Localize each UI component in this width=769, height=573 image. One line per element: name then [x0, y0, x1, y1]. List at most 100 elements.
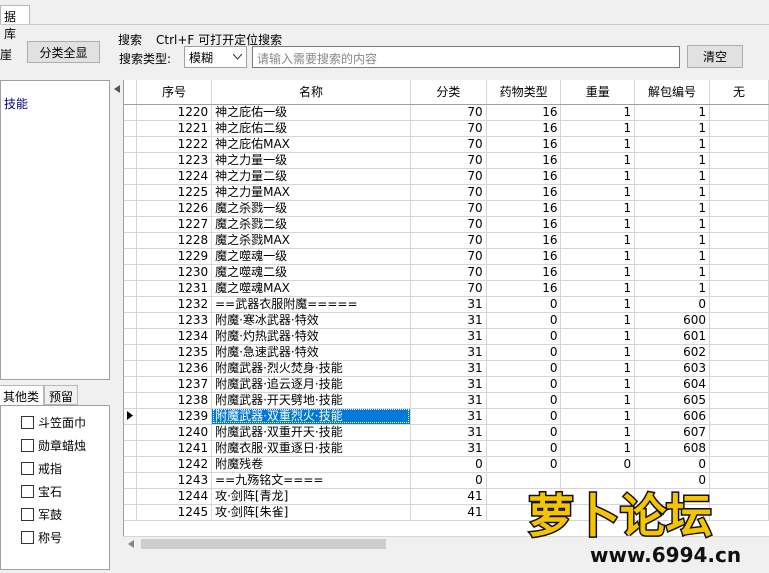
checkbox-item[interactable]: 军鼓 — [21, 504, 62, 524]
table-row[interactable]: 1223 神之力量一级 70 16 1 1 — [124, 152, 769, 169]
cell-drug-type[interactable]: 16 — [486, 120, 562, 137]
cell-id[interactable]: 1245 — [136, 504, 213, 521]
cell-id[interactable]: 1243 — [136, 472, 213, 489]
col-header-name[interactable]: 名称 — [211, 80, 411, 105]
cell-category[interactable]: 70 — [410, 248, 487, 265]
cell-category[interactable]: 70 — [410, 120, 487, 137]
cell-pack-id[interactable]: 1 — [634, 216, 711, 233]
row-indicator[interactable] — [124, 472, 137, 489]
row-indicator[interactable] — [124, 136, 137, 153]
cell-none[interactable] — [709, 120, 769, 137]
cell-drug-type[interactable]: 16 — [486, 280, 562, 297]
cell-id[interactable]: 1225 — [136, 184, 213, 201]
cell-none[interactable] — [709, 312, 769, 329]
cell-category[interactable]: 31 — [410, 440, 487, 457]
cell-pack-id[interactable]: 607 — [634, 424, 711, 441]
cell-pack-id[interactable]: 608 — [634, 440, 711, 457]
cell-weight[interactable]: 1 — [560, 216, 636, 233]
row-indicator[interactable] — [124, 280, 137, 297]
splitter[interactable] — [112, 80, 122, 570]
cell-category[interactable]: 70 — [410, 280, 487, 297]
checkbox-box[interactable] — [21, 415, 34, 429]
cell-none[interactable] — [709, 104, 769, 121]
cell-name[interactable]: ==九殇铭文==== — [211, 472, 411, 489]
table-row[interactable]: 1226 魔之杀戮一级 70 16 1 1 — [124, 200, 769, 217]
cell-weight[interactable]: 1 — [560, 232, 636, 249]
table-row[interactable]: 1236 附魔武器·烈火焚身·技能 31 0 1 603 — [124, 360, 769, 377]
cell-none[interactable] — [709, 376, 769, 393]
cell-id[interactable]: 1221 — [136, 120, 213, 137]
cell-weight[interactable]: 1 — [560, 392, 636, 409]
cell-drug-type[interactable]: 0 — [486, 424, 562, 441]
cell-id[interactable]: 1235 — [136, 344, 213, 361]
cell-weight[interactable]: 1 — [560, 168, 636, 185]
checkbox-box[interactable] — [21, 484, 34, 498]
cell-drug-type[interactable]: 16 — [486, 216, 562, 233]
cell-none[interactable] — [709, 152, 769, 169]
table-row[interactable]: 1233 附魔·寒冰武器·特效 31 0 1 600 — [124, 312, 769, 329]
cell-pack-id[interactable]: 606 — [634, 408, 711, 425]
cell-drug-type[interactable]: 0 — [486, 328, 562, 345]
cell-weight[interactable]: 1 — [560, 280, 636, 297]
scroll-left-icon[interactable] — [128, 540, 134, 548]
table-row[interactable]: 1231 魔之噬魂MAX 70 16 1 1 — [124, 280, 769, 297]
col-header-id[interactable]: 序号 — [136, 80, 213, 105]
cell-none[interactable] — [709, 408, 769, 425]
cell-id[interactable]: 1242 — [136, 456, 213, 473]
cell-name[interactable]: 攻·剑阵[青龙] — [211, 488, 411, 505]
cell-none[interactable] — [709, 296, 769, 313]
tab-other[interactable]: 其他类 — [0, 385, 45, 405]
cell-none[interactable] — [709, 216, 769, 233]
row-indicator[interactable] — [124, 248, 137, 265]
scrollbar-thumb[interactable] — [141, 539, 386, 549]
cell-weight[interactable]: 1 — [560, 184, 636, 201]
row-indicator[interactable] — [124, 504, 137, 521]
row-indicator[interactable] — [124, 424, 137, 441]
cell-none[interactable] — [709, 424, 769, 441]
cell-weight[interactable]: 1 — [560, 408, 636, 425]
data-grid[interactable]: 序号 名称 分类 药物类型 重量 解包编号 无 1220 神之庇佑一级 70 16 1 1… — [123, 80, 769, 536]
row-indicator[interactable] — [124, 120, 137, 137]
table-row[interactable]: 1240 附魔武器·双重开天·技能 31 0 1 607 — [124, 424, 769, 441]
cell-pack-id[interactable]: 602 — [634, 344, 711, 361]
cell-pack-id[interactable]: 605 — [634, 392, 711, 409]
cell-pack-id[interactable]: 1 — [634, 184, 711, 201]
search-input[interactable]: 请输入需要搜索的内容 — [252, 46, 680, 68]
cell-category[interactable]: 31 — [410, 408, 487, 425]
cell-id[interactable]: 1237 — [136, 376, 213, 393]
cell-pack-id[interactable]: 601 — [634, 328, 711, 345]
table-row[interactable]: 1227 魔之杀戮二级 70 16 1 1 — [124, 216, 769, 233]
row-indicator[interactable] — [124, 456, 137, 473]
cell-name[interactable]: 附魔衣服·双重逐日·技能 — [211, 440, 411, 457]
cell-none[interactable] — [709, 280, 769, 297]
cell-weight[interactable]: 1 — [560, 136, 636, 153]
checkbox-item[interactable]: 斗笠面巾 — [21, 412, 86, 432]
cell-id[interactable]: 1244 — [136, 488, 213, 505]
table-row[interactable]: 1229 魔之噬魂一级 70 16 1 1 — [124, 248, 769, 265]
cell-drug-type[interactable]: 16 — [486, 248, 562, 265]
cell-weight[interactable]: 1 — [560, 328, 636, 345]
table-row[interactable]: 1241 附魔衣服·双重逐日·技能 31 0 1 608 — [124, 440, 769, 457]
cell-weight[interactable]: 1 — [560, 360, 636, 377]
cell-name[interactable]: 魔之噬魂MAX — [211, 280, 411, 297]
row-indicator[interactable] — [124, 392, 137, 409]
cell-weight[interactable]: 1 — [560, 152, 636, 169]
cell-weight[interactable]: 1 — [560, 376, 636, 393]
cell-pack-id[interactable]: 1 — [634, 104, 711, 121]
cell-drug-type[interactable]: 0 — [486, 344, 562, 361]
cell-category[interactable]: 70 — [410, 216, 487, 233]
cell-id[interactable]: 1241 — [136, 440, 213, 457]
cell-category[interactable]: 70 — [410, 104, 487, 121]
cell-name[interactable]: 攻·剑阵[朱雀] — [211, 504, 411, 521]
cell-name[interactable]: 神之力量二级 — [211, 168, 411, 185]
row-indicator[interactable] — [124, 168, 137, 185]
cell-category[interactable]: 70 — [410, 136, 487, 153]
table-row[interactable]: 1234 附魔·灼热武器·特效 31 0 1 601 — [124, 328, 769, 345]
cell-weight[interactable]: 1 — [560, 200, 636, 217]
cell-category[interactable]: 70 — [410, 264, 487, 281]
cell-name[interactable]: 附魔·急速武器·特效 — [211, 344, 411, 361]
checkbox-item[interactable]: 称号 — [21, 527, 62, 547]
row-indicator[interactable] — [124, 376, 137, 393]
cell-name[interactable]: ==武器衣服附魔===== — [211, 296, 411, 313]
cell-pack-id[interactable]: 1 — [634, 248, 711, 265]
